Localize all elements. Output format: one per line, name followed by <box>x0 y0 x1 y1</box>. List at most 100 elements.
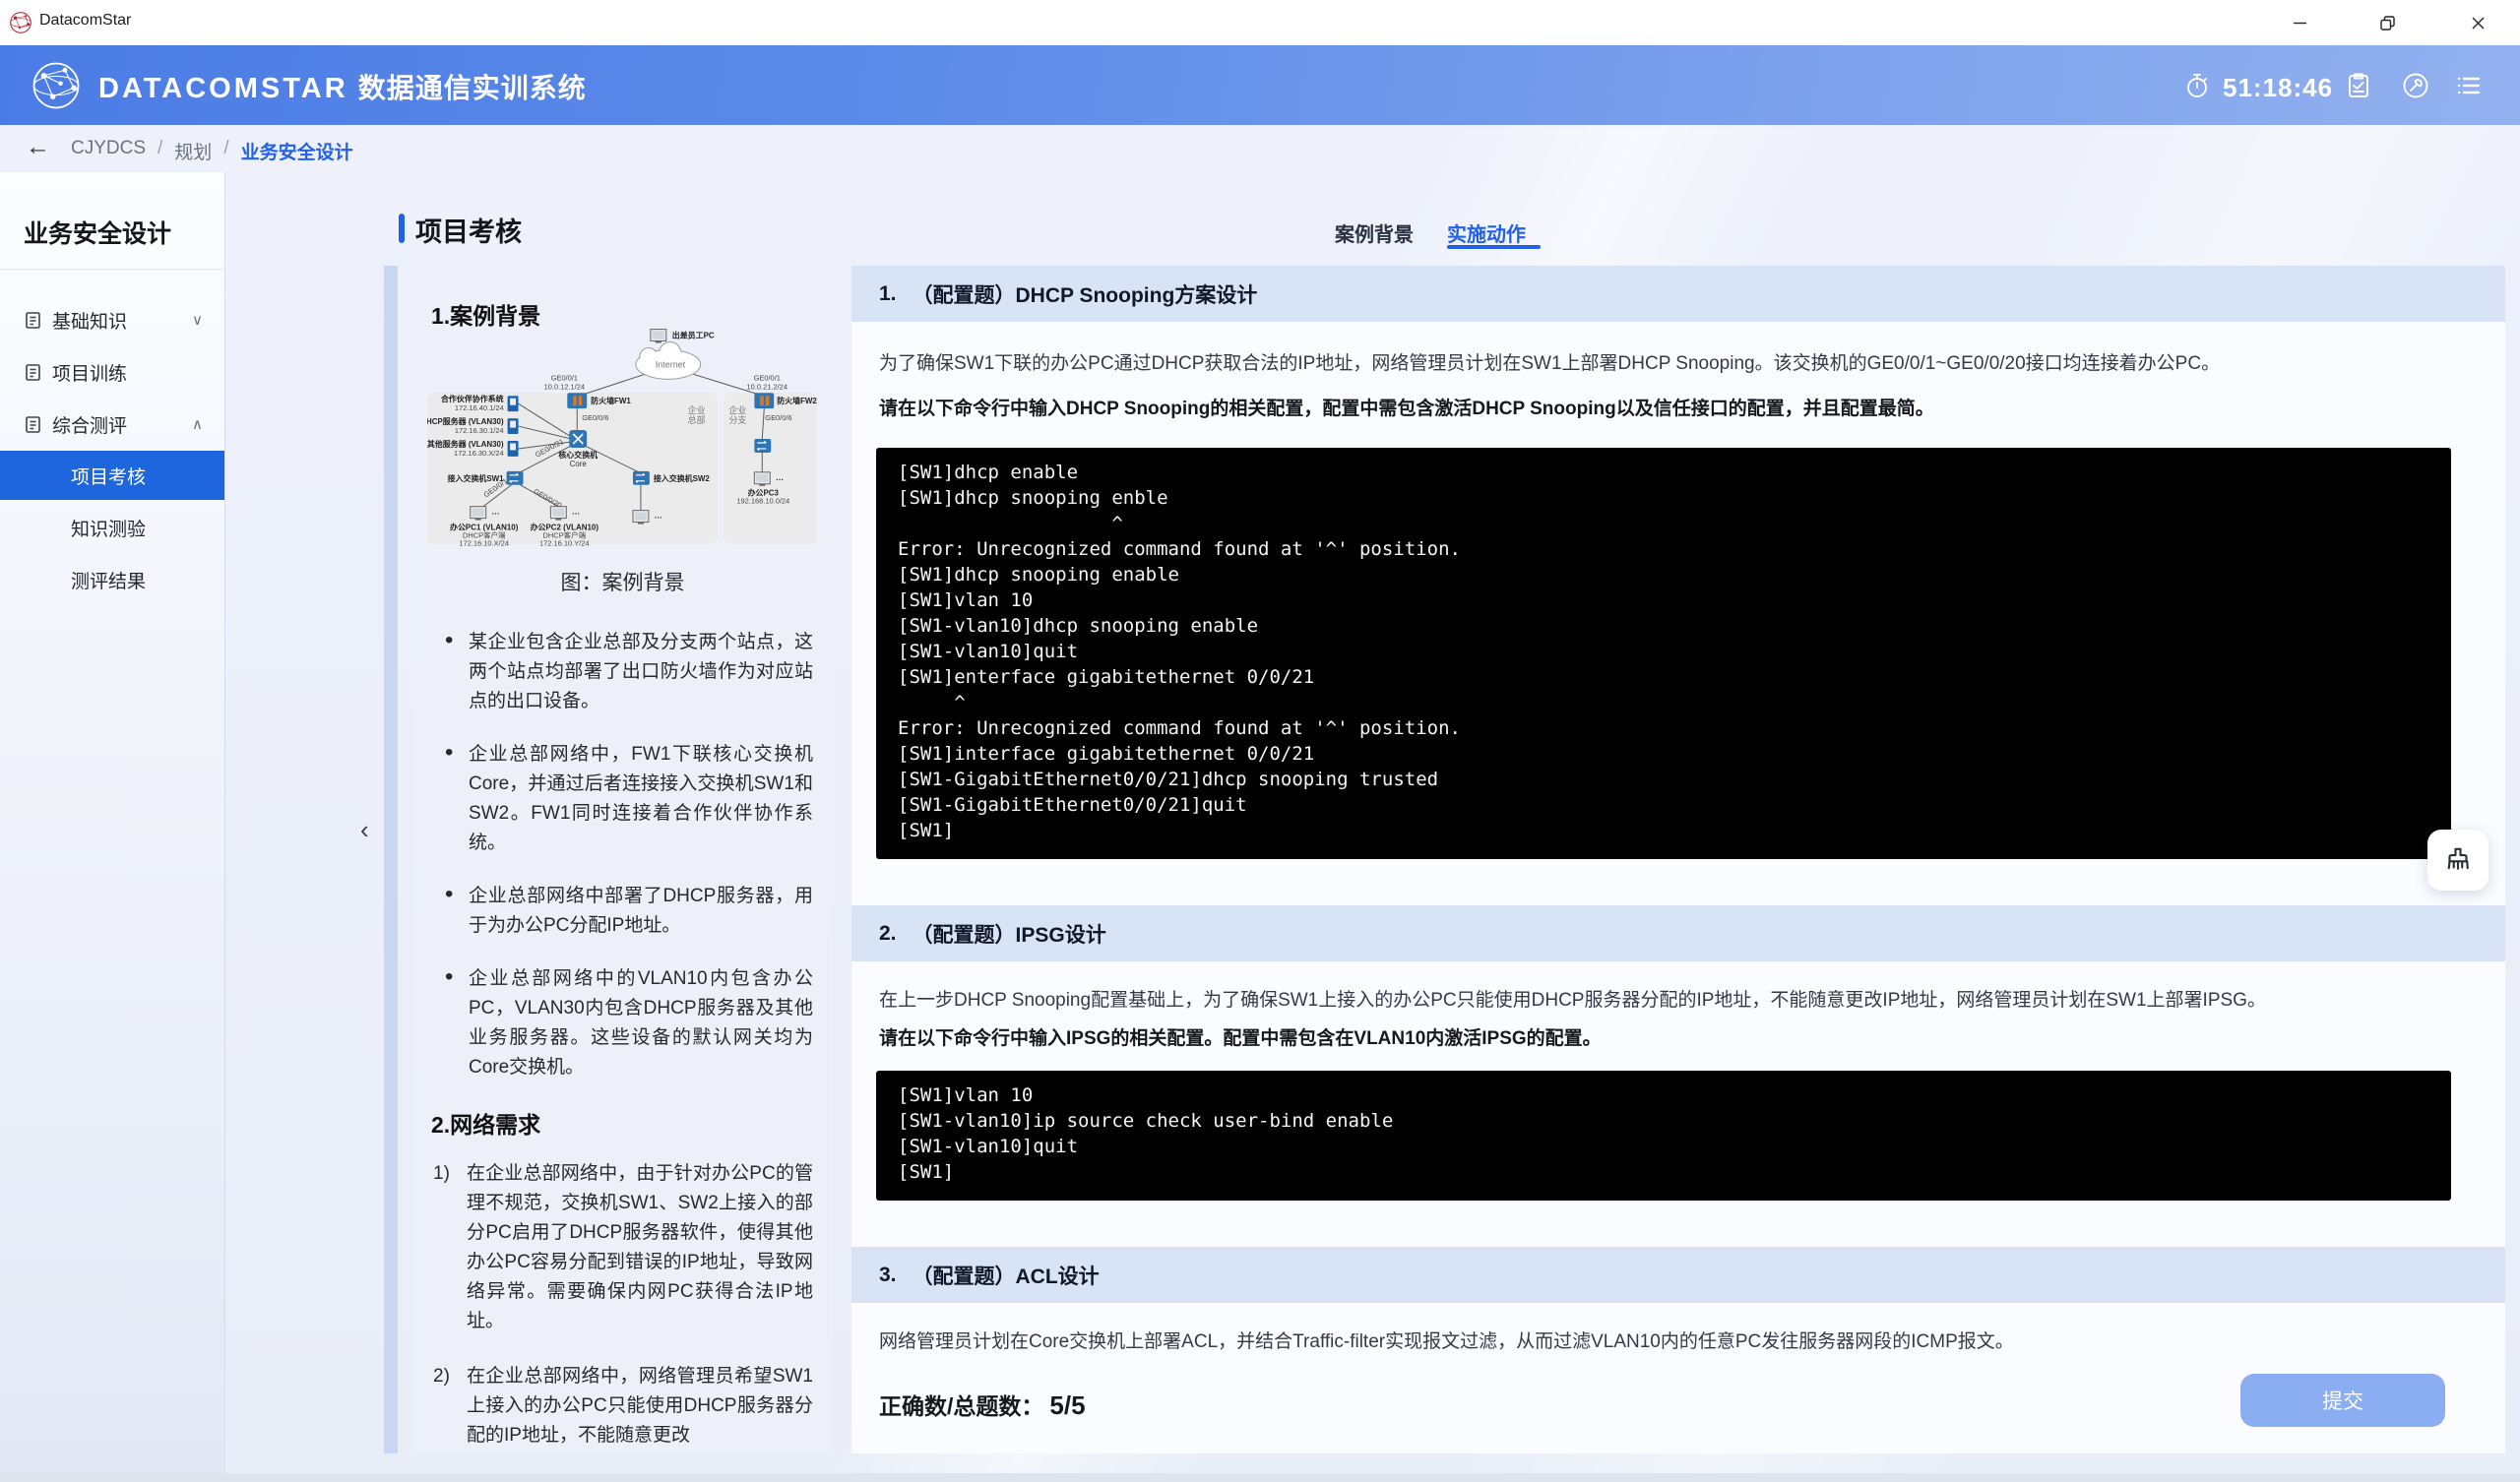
page-title-accent <box>399 214 405 243</box>
breadcrumb-item-plan[interactable]: 规划 <box>174 138 212 164</box>
sidebar-subitem-project-exam[interactable]: 项目考核 <box>0 451 224 500</box>
question3-description: 网络管理员计划在Core交换机上部署ACL，并结合Traffic-filter实… <box>879 1328 2454 1356</box>
office-pc3-icon <box>754 472 770 486</box>
pc3-ip: 192.168.10.0/24 <box>736 497 789 506</box>
breadcrumb: CJYDCS / 规划 / 业务安全设计 <box>71 138 353 164</box>
brand-title: DATACOMSTAR 数据通信实训系统 <box>98 67 587 106</box>
sidebar-item-label: 项目训练 <box>52 359 127 386</box>
branch-switch-icon <box>754 439 771 453</box>
collapse-panel-icon[interactable]: ‹ <box>360 815 369 845</box>
requirement-text: 在企业总部网络中，由于针对办公PC的管理不规范，交换机SW1、SW2上接入的部分… <box>467 1163 813 1331</box>
chevron-up-icon: ∧ <box>192 415 203 433</box>
window-titlebar: DatacomStar <box>0 0 2520 45</box>
dhcp-server-ip: 172.16.30.1/24 <box>455 426 504 435</box>
tab-case-background[interactable]: 案例背景 <box>1335 218 1414 247</box>
fw1-label: 防火墙FW1 <box>591 396 631 405</box>
question1-header: 1. （配置题）DHCP Snooping方案设计 <box>851 266 2505 322</box>
question2-terminal[interactable]: [SW1]vlan 10 [SW1-vlan10]ip source check… <box>876 1071 2451 1201</box>
fw1-port-top-label: GE0/0/1 <box>551 373 578 382</box>
tools-icon[interactable] <box>2402 72 2429 99</box>
firewall1-icon <box>567 393 587 408</box>
core-switch-name: Core <box>570 460 588 468</box>
sidebar-item-basics[interactable]: 基础知识 ∨ <box>0 295 224 344</box>
pc2-ip: 172.16.10.Y/24 <box>539 538 590 547</box>
case-text: 某企业包含企业总部及分支两个站点，这两个站点均部署了出口防火墙作为对应站点的出口… <box>431 612 815 1453</box>
sidebar-item-assessment[interactable]: 综合测评 ∧ <box>0 400 224 449</box>
question1-instruction: 请在以下命令行中输入DHCP Snooping的相关配置，配置中需包含激活DHC… <box>879 396 2454 423</box>
panel-splitter[interactable] <box>384 266 398 1453</box>
question2-number: 2. <box>879 922 897 946</box>
core-switch-icon <box>569 430 587 448</box>
breadcrumb-item-root[interactable]: CJYDCS <box>71 138 146 164</box>
firewall2-icon <box>754 393 774 408</box>
questions-panel: 1. （配置题）DHCP Snooping方案设计 为了确保SW1下联的办公PC… <box>851 266 2505 1453</box>
sw2-pc-icon <box>633 511 649 525</box>
brand-en: DATACOMSTAR <box>98 73 348 104</box>
active-tab-underline <box>1447 245 1541 249</box>
requirement-item: 1) 在企业总部网络中，由于针对办公PC的管理不规范，交换机SW1、SW2上接入… <box>431 1159 813 1336</box>
requirement-item: 2) 在企业总部网络中，网络管理员希望SW1上接入的办公PC只能使用DHCP服务… <box>431 1362 813 1451</box>
question2-header: 2. （配置题）IPSG设计 <box>851 905 2505 961</box>
partner-server-icon <box>508 396 519 411</box>
timer-value: 51:18:46 <box>2223 73 2333 103</box>
requirements-list: 1) 在企业总部网络中，由于针对办公PC的管理不规范，交换机SW1、SW2上接入… <box>431 1159 815 1451</box>
question1-number: 1. <box>879 282 897 306</box>
document-icon <box>24 415 42 434</box>
switch2-icon <box>633 471 650 485</box>
tab-implementation[interactable]: 实施动作 <box>1447 218 1526 247</box>
score-label: 正确数/总题数： <box>879 1393 1043 1419</box>
question2-description: 在上一步DHCP Snooping配置基础上，为了确保SW1上接入的办公PC只能… <box>879 987 2454 1015</box>
case-bullet: 企业总部网络中部署了DHCP服务器，用于为办公PC分配IP地址。 <box>431 882 813 941</box>
window-close-button[interactable] <box>2447 0 2508 45</box>
office-pc2-icon <box>550 507 566 521</box>
partner-server-label: 合作伙伴协作系统 <box>440 394 504 403</box>
fw1-port-bottom-label: GE0/0/6 <box>582 413 608 422</box>
fw2-ip-label: 10.0.21.2/24 <box>747 382 788 391</box>
brand-cn: 数据通信实训系统 <box>358 73 587 103</box>
submit-button[interactable]: 提交 <box>2240 1374 2445 1427</box>
case-heading: 1.案例背景 <box>431 297 540 331</box>
broom-icon <box>2443 845 2473 875</box>
window-title: DatacomStar <box>39 12 131 30</box>
question1-description: 为了确保SW1下联的办公PC通过DHCP获取合法的IP地址，网络管理员计划在SW… <box>879 350 2454 378</box>
clear-terminal-button[interactable] <box>2427 830 2488 891</box>
branch-zone-label: 企业 <box>728 404 746 415</box>
case-background-panel[interactable]: 1.案例背景 企业 总部 企业 分支 出差员工PC <box>413 266 832 1453</box>
internet-label: Internet <box>656 359 686 369</box>
pc-ellipsis: ··· <box>776 475 784 484</box>
pc1-ip: 172.16.10.X/24 <box>459 538 509 547</box>
app-header: DATACOMSTAR 数据通信实训系统 51:18:46 <box>0 45 2520 125</box>
question1-terminal[interactable]: [SW1]dhcp enable [SW1]dhcp snooping enbl… <box>876 448 2451 859</box>
case-bullet-list: 某企业包含企业总部及分支两个站点，这两个站点均部署了出口防火墙作为对应站点的出口… <box>431 628 815 1082</box>
breadcrumb-separator: / <box>223 138 228 164</box>
question3-number: 3. <box>879 1264 897 1287</box>
sidebar-subitem-label: 测评结果 <box>71 567 146 593</box>
dhcp-server-icon <box>508 418 519 434</box>
sidebar-title: 业务安全设计 <box>24 215 171 250</box>
requirement-number: 2) <box>433 1362 450 1391</box>
window-restore-button[interactable] <box>2357 0 2418 45</box>
back-button[interactable]: ← <box>26 133 50 161</box>
sidebar-divider <box>0 269 224 270</box>
remote-pc-icon <box>651 330 666 343</box>
app-logo-icon <box>8 10 33 35</box>
report-icon[interactable] <box>2345 72 2372 99</box>
window-bottom-edge <box>0 1473 2520 1482</box>
window-minimize-button[interactable] <box>2269 0 2330 45</box>
brand-globe-icon <box>30 59 83 112</box>
requirements-heading: 2.网络需求 <box>431 1106 815 1140</box>
sidebar-item-training[interactable]: 项目训练 <box>0 347 224 397</box>
pc-ellipsis: ··· <box>572 510 580 519</box>
document-icon <box>24 311 42 330</box>
case-bullet: 某企业包含企业总部及分支两个站点，这两个站点均部署了出口防火墙作为对应站点的出口… <box>431 628 813 716</box>
sidebar-subitem-knowledge-quiz[interactable]: 知识测验 <box>0 503 224 552</box>
sidebar-subitem-results[interactable]: 测评结果 <box>0 555 224 604</box>
menu-list-icon[interactable] <box>2455 72 2483 99</box>
question3-title: （配置题）ACL设计 <box>913 1261 1100 1290</box>
fw2-label: 防火墙FW2 <box>777 396 817 405</box>
sidebar-item-label: 综合测评 <box>52 411 127 438</box>
question1-title: （配置题）DHCP Snooping方案设计 <box>913 279 1258 309</box>
hq-zone-label: 企业 <box>688 404 706 415</box>
core-switch-label: 核心交换机 <box>558 450 598 460</box>
sidebar-item-label: 基础知识 <box>52 307 127 334</box>
